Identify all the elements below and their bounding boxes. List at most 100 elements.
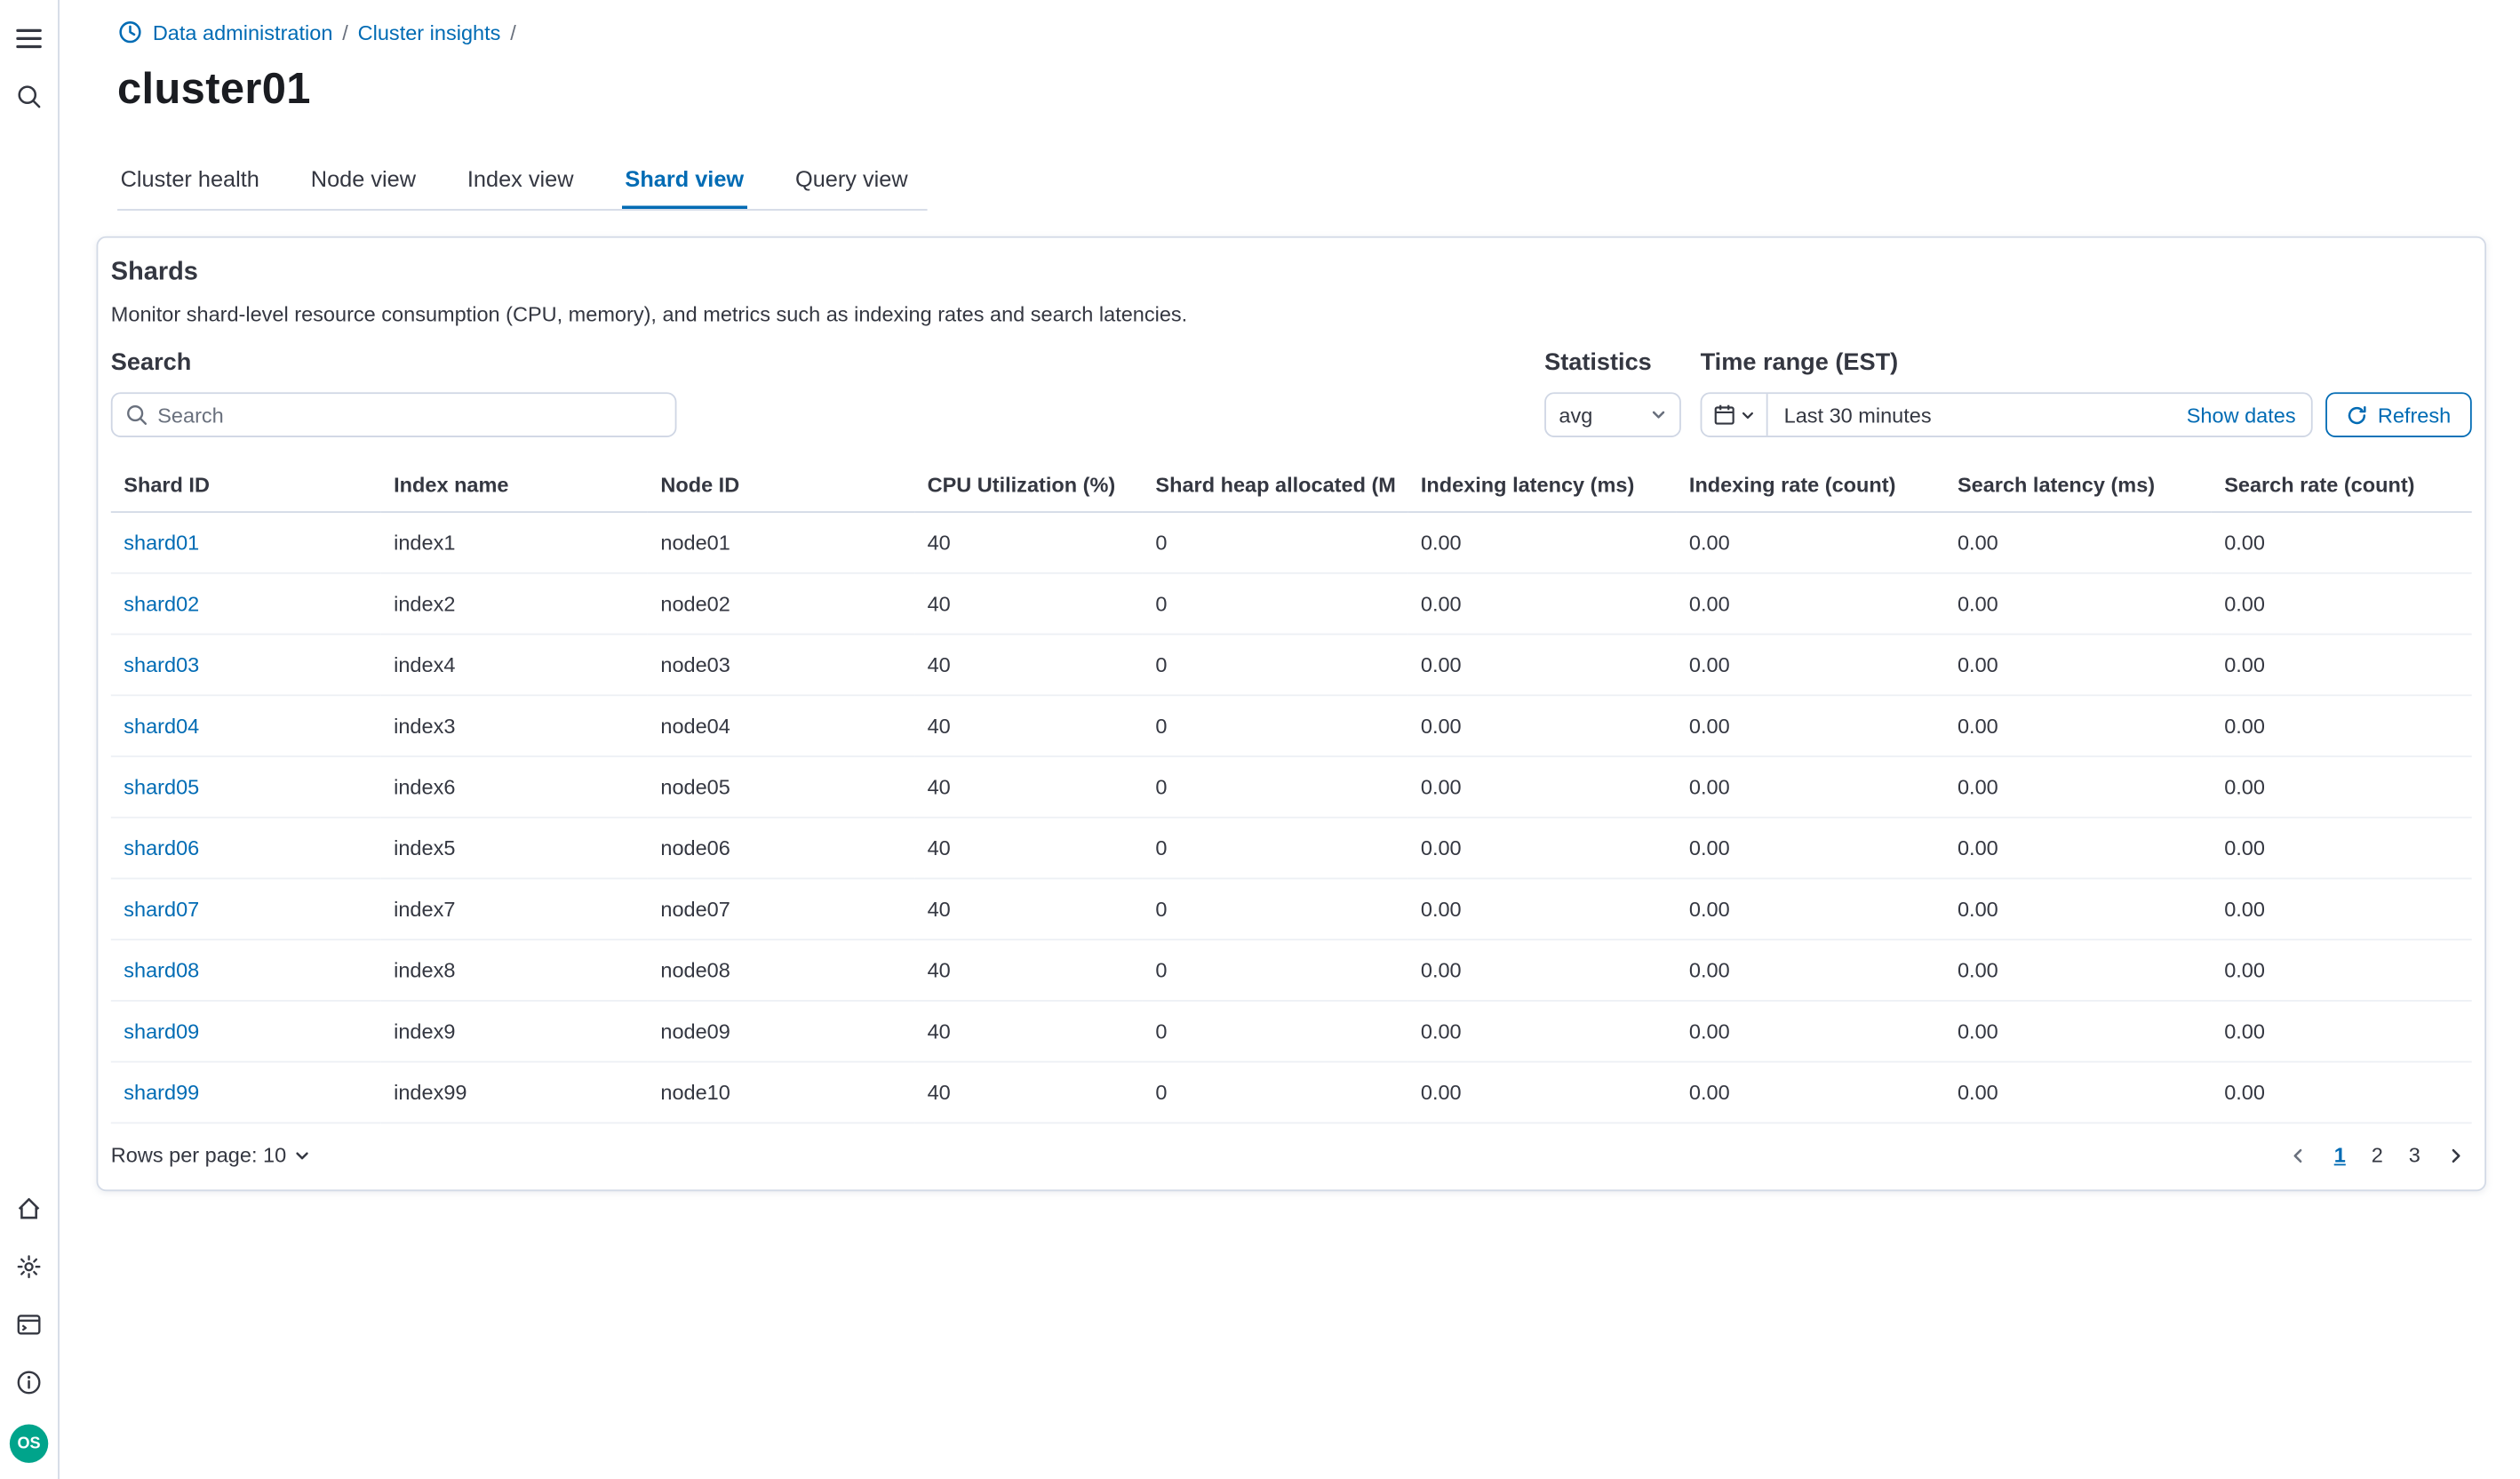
breadcrumb-link-data-administration[interactable]: Data administration xyxy=(153,20,333,44)
page-button-1[interactable]: 1 xyxy=(2334,1143,2346,1167)
show-dates-link[interactable]: Show dates xyxy=(2187,403,2312,427)
table-cell: 0 xyxy=(1143,512,1408,573)
shard-link[interactable]: shard05 xyxy=(124,775,199,799)
statistics-select[interactable]: avg xyxy=(1544,392,1681,437)
time-range-value[interactable]: Last 30 minutes xyxy=(1768,403,2187,427)
table-cell: 40 xyxy=(914,635,1143,696)
table-footer: Rows per page: 10 1 2 3 xyxy=(111,1123,2472,1189)
table-cell: index8 xyxy=(381,939,648,1001)
table-cell: 40 xyxy=(914,1001,1143,1062)
table-cell: 0 xyxy=(1143,695,1408,756)
table-cell: 40 xyxy=(914,695,1143,756)
shard-link[interactable]: shard01 xyxy=(124,531,199,555)
search-label: Search xyxy=(111,348,1544,376)
table-cell: 0.00 xyxy=(1944,1001,2211,1062)
settings-button[interactable] xyxy=(6,1248,52,1293)
table-cell[interactable]: shard99 xyxy=(111,1062,381,1123)
tab-query-view[interactable]: Query view xyxy=(792,153,911,209)
time-range-row: Last 30 minutes Show dates Refresh xyxy=(1701,392,2472,437)
table-cell: 0.00 xyxy=(1944,573,2211,635)
info-button[interactable] xyxy=(6,1363,52,1409)
shard-link[interactable]: shard07 xyxy=(124,897,199,921)
table-cell: 0 xyxy=(1143,818,1408,879)
table-cell: 40 xyxy=(914,878,1143,939)
table-cell: index3 xyxy=(381,695,648,756)
tab-shard-view[interactable]: Shard view xyxy=(622,153,747,209)
table-cell: 0.00 xyxy=(1944,878,2211,939)
panel-controls: Search Statistics avg xyxy=(111,348,2472,436)
rows-per-page-button[interactable]: Rows per page: 10 xyxy=(111,1143,311,1167)
shard-link[interactable]: shard02 xyxy=(124,592,199,616)
table-cell: 0 xyxy=(1143,756,1408,818)
table-cell: 0.00 xyxy=(1944,635,2211,696)
table-cell: index6 xyxy=(381,756,648,818)
home-button[interactable] xyxy=(6,1189,52,1235)
table-cell[interactable]: shard05 xyxy=(111,756,381,818)
next-page-button[interactable] xyxy=(2446,1146,2466,1165)
shard-link[interactable]: shard03 xyxy=(124,652,199,676)
table-cell: 0 xyxy=(1143,635,1408,696)
shard-link[interactable]: shard99 xyxy=(124,1080,199,1104)
breadcrumb-link-cluster-insights[interactable]: Cluster insights xyxy=(358,20,501,44)
table-cell: 0.00 xyxy=(1676,939,1944,1001)
table-cell: 0.00 xyxy=(2212,695,2472,756)
table-cell[interactable]: shard03 xyxy=(111,635,381,696)
shard-link[interactable]: shard08 xyxy=(124,958,199,982)
table-cell: 0.00 xyxy=(1408,695,1676,756)
table-cell[interactable]: shard07 xyxy=(111,878,381,939)
dev-tools-button[interactable] xyxy=(6,1306,52,1351)
time-range-bar: Last 30 minutes Show dates xyxy=(1701,392,2314,437)
tab-node-view[interactable]: Node view xyxy=(307,153,419,209)
table-cell: node01 xyxy=(648,512,914,573)
search-input[interactable] xyxy=(157,403,662,427)
table-cell: 0.00 xyxy=(1408,939,1676,1001)
table-cell: 0 xyxy=(1143,1001,1408,1062)
tab-cluster-health[interactable]: Cluster health xyxy=(117,153,262,209)
menu-button[interactable] xyxy=(6,20,52,65)
shard-link[interactable]: shard09 xyxy=(124,1019,199,1043)
tab-index-view[interactable]: Index view xyxy=(464,153,577,209)
column-header: CPU Utilization (%) xyxy=(914,458,1143,512)
table-cell: index2 xyxy=(381,573,648,635)
table-cell: 0.00 xyxy=(1408,1062,1676,1123)
refresh-button[interactable]: Refresh xyxy=(2326,392,2472,437)
table-cell: 0.00 xyxy=(2212,1001,2472,1062)
table-cell: 0.00 xyxy=(1676,756,1944,818)
shard-link[interactable]: shard04 xyxy=(124,714,199,738)
search-icon xyxy=(16,83,42,116)
table-cell[interactable]: shard08 xyxy=(111,939,381,1001)
panel-description: Monitor shard-level resource consumption… xyxy=(111,302,2472,326)
sidebar: OS xyxy=(0,0,60,1479)
table-cell[interactable]: shard06 xyxy=(111,818,381,879)
previous-page-button[interactable] xyxy=(2289,1146,2309,1165)
table-cell[interactable]: shard09 xyxy=(111,1001,381,1062)
table-row: shard99index99node104000.000.000.000.00 xyxy=(111,1062,2472,1123)
table-cell: 0 xyxy=(1143,939,1408,1001)
page-button-2[interactable]: 2 xyxy=(2372,1143,2383,1167)
user-avatar[interactable]: OS xyxy=(10,1424,48,1462)
table-row: shard03index4node034000.000.000.000.00 xyxy=(111,635,2472,696)
date-picker-button[interactable] xyxy=(1702,394,1767,436)
chevron-left-icon xyxy=(2289,1146,2309,1165)
page-button-3[interactable]: 3 xyxy=(2409,1143,2420,1167)
table-cell: 0.00 xyxy=(1676,1001,1944,1062)
chevron-down-icon xyxy=(1651,407,1667,423)
pagination-pages: 1 2 3 xyxy=(2334,1143,2420,1167)
shards-table: Shard IDIndex nameNode IDCPU Utilization… xyxy=(111,458,2472,1123)
shards-panel: Shards Monitor shard-level resource cons… xyxy=(97,236,2486,1191)
gear-icon xyxy=(16,1253,42,1287)
table-cell: 0.00 xyxy=(1944,939,2211,1001)
table-cell[interactable]: shard04 xyxy=(111,695,381,756)
table-cell: index7 xyxy=(381,878,648,939)
refresh-label: Refresh xyxy=(2378,403,2451,427)
sidebar-search-button[interactable] xyxy=(6,77,52,123)
shard-link[interactable]: shard06 xyxy=(124,836,199,860)
panel-title: Shards xyxy=(111,259,2472,288)
table-cell: 40 xyxy=(914,512,1143,573)
table-cell: 0.00 xyxy=(1944,818,2211,879)
table-cell: node03 xyxy=(648,635,914,696)
table-cell[interactable]: shard02 xyxy=(111,573,381,635)
breadcrumb: Data administration / Cluster insights / xyxy=(117,20,2486,45)
table-cell[interactable]: shard01 xyxy=(111,512,381,573)
table-row: shard01index1node014000.000.000.000.00 xyxy=(111,512,2472,573)
